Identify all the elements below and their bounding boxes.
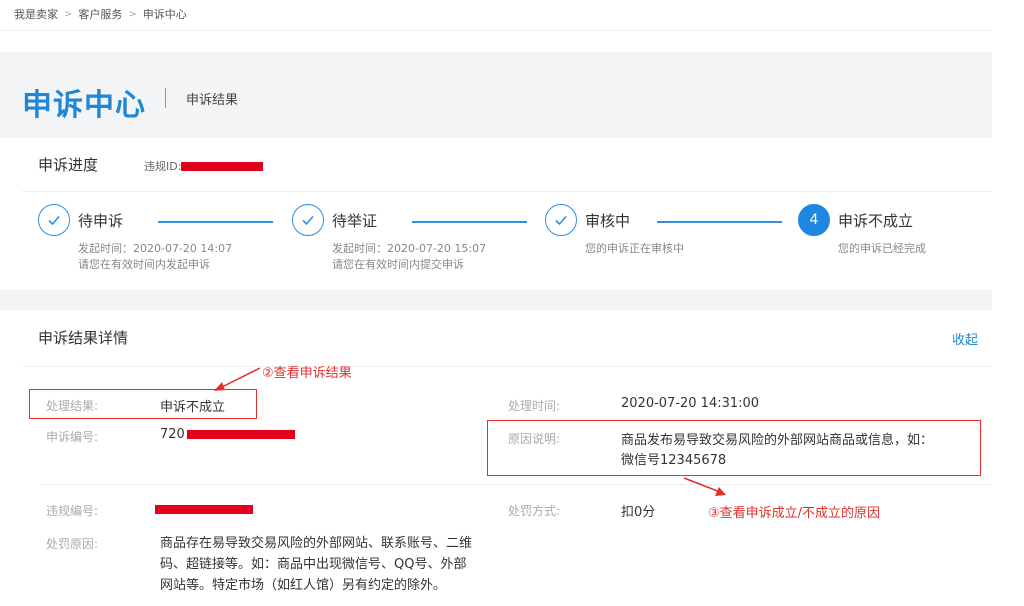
redaction-bar (186, 430, 295, 439)
penalty-reason-label: 处罚原因: (46, 537, 99, 551)
arrow-icon (214, 367, 261, 391)
time-value: 2020-07-20 14:31:00 (621, 396, 760, 411)
penalty-reason-line-3: 网站等。特定市场（如红人馆）另有约定的除外。 (160, 578, 447, 593)
step-2-time: 发起时间：2020-07-20 15:07 (332, 242, 487, 255)
breadcrumb: 我是卖家 > 客户服务 > 申诉中心 (14, 6, 187, 22)
step-1-hint: 请您在有效时间内发起申诉 (78, 258, 210, 271)
page-subtitle: 申诉结果 (186, 93, 239, 108)
redaction-bar (155, 505, 253, 514)
section-gap (0, 290, 992, 310)
breadcrumb-separator: > (128, 8, 137, 20)
penalty-method-value: 扣0分 (621, 505, 656, 520)
detail-title: 申诉结果详情 (38, 329, 129, 347)
breadcrumb-separator: > (64, 8, 73, 20)
violation-no-label: 违规编号: (46, 504, 99, 518)
annotation-note-3: ③查看申诉成立/不成立的原因 (708, 506, 881, 521)
breadcrumb-item-seller[interactable]: 我是卖家 (14, 6, 58, 22)
progress-card: 申诉进度 违规ID: 待申诉 发起时间：2020-07-20 14:07 请您在… (22, 138, 992, 290)
step-1-name: 待申诉 (78, 212, 124, 230)
collapse-button[interactable]: 收起 (952, 329, 978, 348)
annotation-note-2: ②查看申诉结果 (262, 366, 352, 381)
check-icon (292, 204, 324, 236)
step-4-status: 您的申诉已经完成 (838, 242, 926, 255)
title-divider (165, 88, 166, 108)
step-3-status: 您的申诉正在审核中 (585, 242, 684, 255)
step-4-number: 4 (798, 204, 830, 236)
step-1-time: 发起时间：2020-07-20 14:07 (78, 242, 233, 255)
arrow-icon (683, 477, 726, 496)
penalty-method-label: 处罚方式: (508, 504, 561, 518)
step-2-hint: 请您在有效时间内提交申诉 (332, 258, 464, 271)
time-label: 处理时间: (508, 399, 561, 413)
step-connector (412, 221, 527, 223)
top-divider (0, 30, 992, 31)
step-4-name: 申诉不成立 (838, 212, 914, 230)
appeal-no: 720 (160, 427, 295, 442)
appeal-no-label: 申诉编号: (46, 430, 99, 444)
progress-card-head: 申诉进度 违规ID: (38, 154, 264, 175)
progress-title: 申诉进度 (38, 156, 99, 174)
breadcrumb-item-appeal-center[interactable]: 申诉中心 (143, 6, 187, 22)
redaction-bar (181, 161, 264, 171)
check-icon (545, 204, 577, 236)
step-connector (657, 221, 782, 223)
detail-divider (22, 366, 992, 367)
page-title: 申诉中心 (22, 88, 146, 123)
annotation-box-reason (487, 420, 981, 476)
check-icon (38, 204, 70, 236)
breadcrumb-item-service[interactable]: 客户服务 (78, 6, 122, 22)
penalty-reason-line-2: 码、超链接等。如：商品中出现微信号、QQ号、外部 (160, 557, 467, 572)
step-3-name: 审核中 (585, 212, 631, 230)
progress-divider (22, 191, 992, 192)
detail-divider (40, 484, 992, 485)
appeal-no-value: 720 (160, 427, 185, 442)
penalty-reason-line-1: 商品存在易导致交易风险的外部网站、联系账号、二维 (160, 536, 473, 551)
step-2-name: 待举证 (332, 212, 378, 230)
step-connector (158, 221, 273, 223)
violation-id-label: 违规ID: (144, 160, 182, 173)
violation-id: 违规ID: (144, 158, 264, 174)
page-header: 申诉中心 申诉结果 (0, 52, 992, 138)
violation-no-value (155, 503, 253, 518)
